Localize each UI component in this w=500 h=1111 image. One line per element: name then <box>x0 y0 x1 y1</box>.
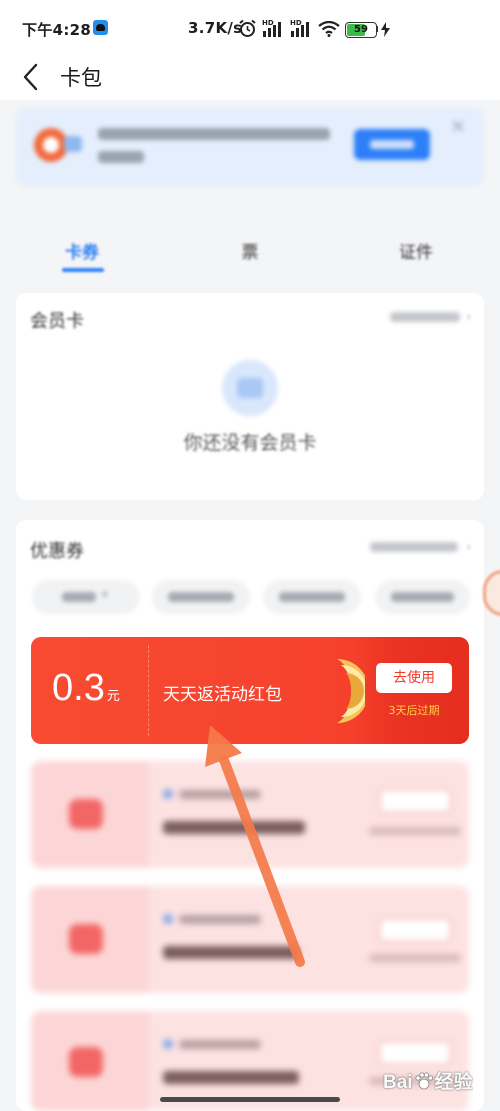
gesture-bar[interactable] <box>160 1097 340 1102</box>
watermark: Bai 经验 <box>383 1067 473 1094</box>
screen: 下午4:28 3.7K/s HD HD 59 卡包 卡券 票 证件 会员卡 › … <box>0 0 500 1111</box>
annotation-arrow <box>205 725 305 967</box>
watermark-text-right: 经验 <box>434 1072 473 1093</box>
arrow-shaft <box>219 755 305 967</box>
watermark-text-left: Bai <box>383 1072 413 1093</box>
paw-logo-icon <box>414 1072 433 1090</box>
